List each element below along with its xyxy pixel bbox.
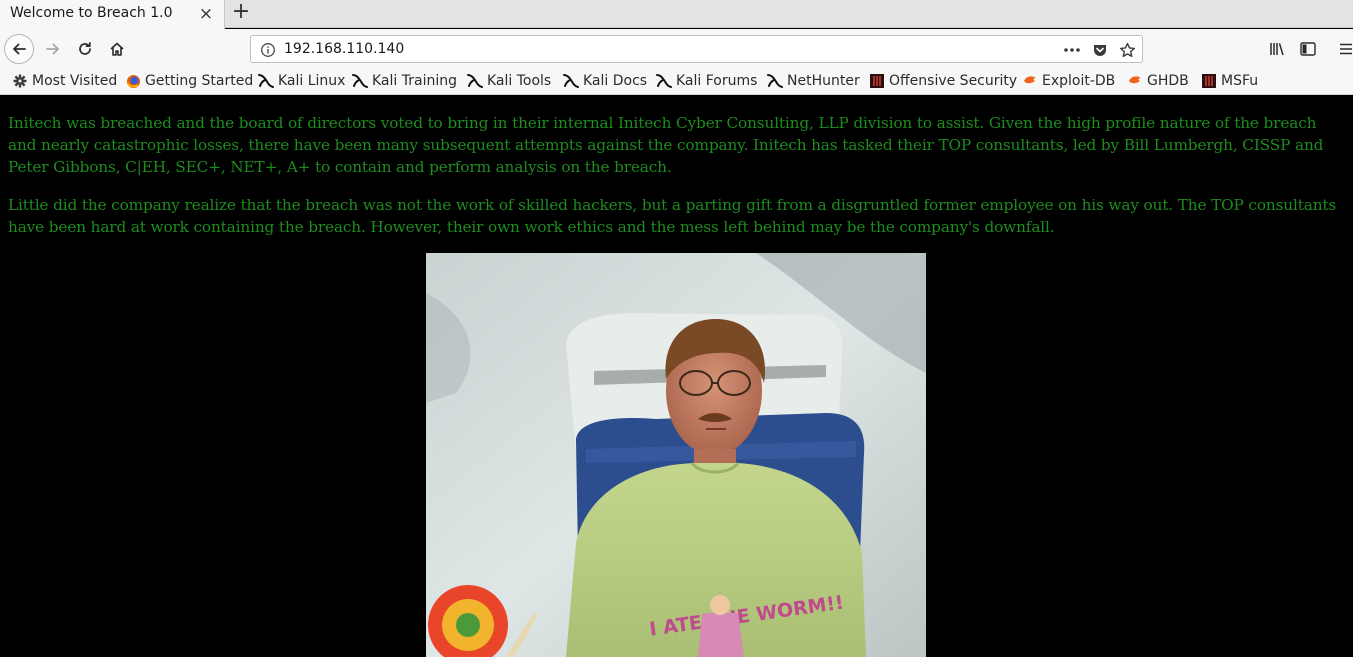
bookmark-offensive-security[interactable]: Offensive Security	[869, 71, 1017, 91]
exploitdb-icon	[1127, 73, 1143, 89]
bookmark-kali-linux[interactable]: Kali Linux	[258, 71, 345, 91]
bookmark-nethunter[interactable]: NetHunter	[767, 71, 860, 91]
new-tab-button[interactable]: +	[229, 1, 253, 25]
milton-beach-photo: I ATE THE WORM!!	[426, 253, 926, 657]
bookmark-kali-docs[interactable]: Kali Docs	[563, 71, 647, 91]
kali-icon	[352, 73, 368, 89]
bookmark-ghdb[interactable]: GHDB	[1127, 71, 1189, 91]
bookmark-star-button[interactable]	[1117, 40, 1137, 60]
story-paragraph: Little did the company realize that the …	[8, 196, 1337, 236]
sidebar-button[interactable]	[1293, 34, 1323, 64]
bookmark-kali-training[interactable]: Kali Training	[352, 71, 457, 91]
forward-button[interactable]	[38, 34, 68, 64]
offsec-icon	[869, 73, 885, 89]
more-dots-icon	[1064, 48, 1080, 52]
tab-title: Welcome to Breach 1.0	[10, 5, 173, 21]
home-button[interactable]	[102, 34, 132, 64]
bookmark-getting-started[interactable]: Getting Started	[125, 71, 253, 91]
pocket-button[interactable]	[1090, 40, 1110, 60]
sidebar-icon	[1300, 42, 1316, 56]
url-bar[interactable]: 192.168.110.140	[250, 35, 1143, 63]
star-icon	[1119, 42, 1135, 57]
tab-strip: Welcome to Breach 1.0 × +	[0, 0, 1353, 29]
kali-icon	[656, 73, 672, 89]
offsec-icon	[1201, 73, 1217, 89]
forward-arrow-icon	[46, 43, 59, 55]
info-icon[interactable]	[260, 42, 276, 58]
tab-active[interactable]: Welcome to Breach 1.0 ×	[0, 0, 225, 29]
close-tab-icon[interactable]: ×	[196, 4, 216, 24]
navigation-bar: 192.168.110.140	[0, 29, 1353, 68]
reload-button[interactable]	[70, 34, 100, 64]
kali-icon	[767, 73, 783, 89]
hamburger-menu-icon	[1340, 43, 1352, 55]
library-icon	[1269, 43, 1284, 56]
menu-button[interactable]	[1331, 34, 1353, 64]
bookmarks-toolbar: Most Visited Getting Started Kali Linux …	[0, 68, 1353, 95]
bookmark-exploit-db[interactable]: Exploit-DB	[1022, 71, 1115, 91]
bookmark-kali-tools[interactable]: Kali Tools	[467, 71, 551, 91]
kali-icon	[563, 73, 579, 89]
pocket-icon	[1094, 45, 1106, 56]
library-button[interactable]	[1262, 34, 1292, 64]
url-text[interactable]: 192.168.110.140	[284, 41, 404, 57]
firefox-icon	[125, 73, 141, 89]
back-arrow-icon	[13, 43, 26, 55]
exploitdb-icon	[1022, 73, 1038, 89]
bookmark-kali-forums[interactable]: Kali Forums	[656, 71, 757, 91]
bookmark-msfu[interactable]: MSFu	[1201, 71, 1258, 91]
reload-icon	[79, 41, 91, 55]
page-content: Initech was breached and the board of di…	[0, 96, 1353, 657]
gear-icon	[12, 73, 28, 89]
back-button[interactable]	[4, 34, 34, 64]
intro-paragraph: Initech was breached and the board of di…	[8, 114, 1324, 176]
home-icon	[110, 42, 124, 56]
kali-icon	[258, 73, 274, 89]
bookmark-most-visited[interactable]: Most Visited	[12, 71, 117, 91]
kali-icon	[467, 73, 483, 89]
page-actions-button[interactable]	[1062, 40, 1082, 60]
